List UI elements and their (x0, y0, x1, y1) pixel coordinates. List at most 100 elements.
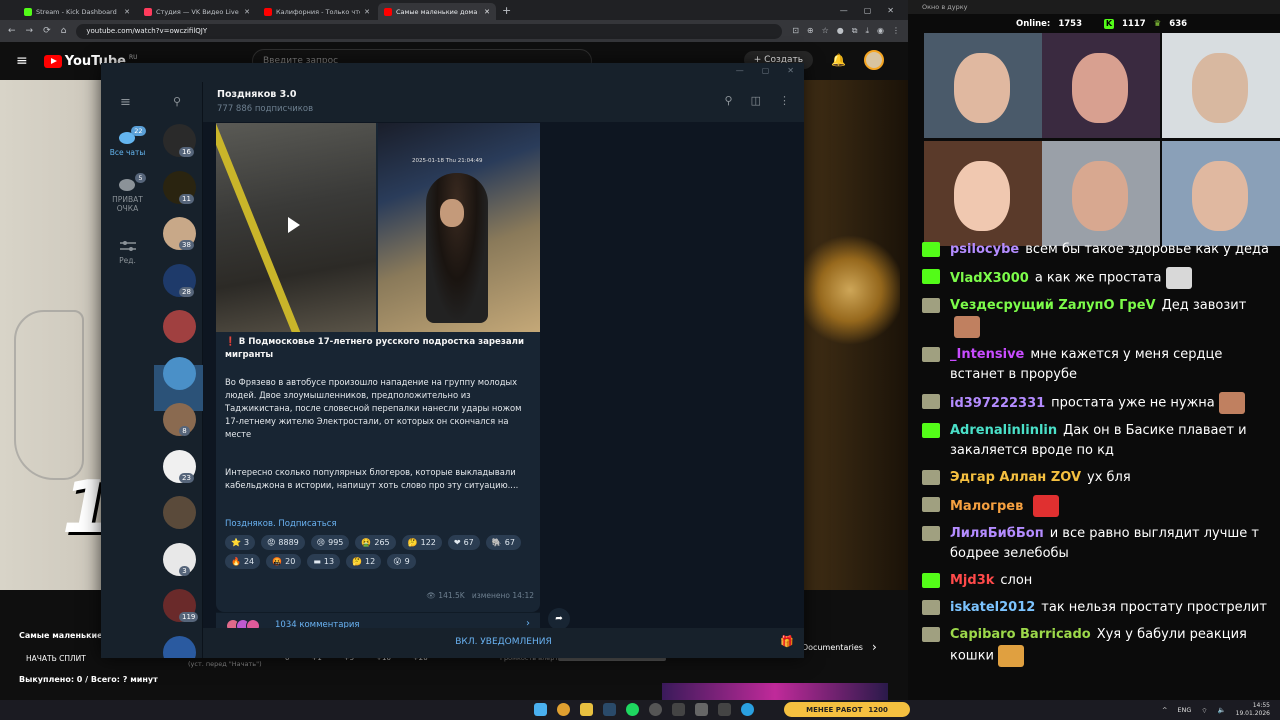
menu-dots-icon[interactable]: ⋮ (892, 26, 900, 36)
app-icon[interactable] (695, 703, 708, 716)
chat-username[interactable]: psilocybe (950, 242, 1019, 257)
wifi-icon[interactable]: ⌔ (1201, 706, 1207, 715)
close-icon[interactable]: ✕ (124, 8, 130, 16)
reaction-chip[interactable]: 🔥 24 (225, 554, 261, 569)
reload-icon[interactable]: ⟳ (43, 26, 51, 36)
video-thumbnail[interactable] (216, 123, 376, 332)
close-icon[interactable]: ✕ (364, 8, 370, 16)
chat-username[interactable]: Vездесрущий ZалупО ГреV (950, 298, 1156, 313)
maximize-icon[interactable]: ▢ (762, 66, 770, 75)
chat-username[interactable]: iskatel2012 (950, 600, 1035, 615)
close-icon[interactable]: ✕ (787, 66, 794, 75)
channel-name[interactable]: Поздняков 3.0 (217, 89, 296, 100)
download-icon[interactable]: ⤓ (865, 26, 869, 36)
url-field[interactable]: youtube.com/watch?v=owczifilQJY (76, 23, 783, 39)
chat-avatar[interactable] (163, 310, 196, 343)
start-split-button[interactable]: НАЧАТЬ СПЛИТ (26, 654, 86, 663)
reaction-chip[interactable]: ⭐ 3 (225, 535, 256, 550)
app-icon[interactable] (672, 703, 685, 716)
clock[interactable]: 14:55 19.01.2026 (1236, 702, 1270, 718)
reaction-chip[interactable]: 🤮 265 (355, 535, 396, 550)
close-icon[interactable]: ✕ (484, 8, 490, 16)
play-icon[interactable] (288, 217, 300, 233)
forward-icon[interactable]: → (26, 26, 34, 36)
explorer-icon[interactable] (580, 703, 593, 716)
chat-username[interactable]: Mjd3k (950, 573, 994, 588)
enable-notifications-button[interactable]: ВКЛ. УВЕДОМЛЕНИЯ (203, 637, 804, 647)
obs-icon[interactable] (649, 703, 662, 716)
tab-vk[interactable]: Студия — VK Видео Live ✕ (138, 3, 256, 20)
kick-favicon-icon (24, 7, 32, 16)
new-tab-icon[interactable]: + (502, 4, 511, 17)
reaction-chip[interactable]: 😢 995 (310, 535, 350, 550)
folder-all-chats[interactable]: 22 Все чаты (101, 126, 154, 157)
bookmark-star-icon[interactable]: ☆ (822, 26, 829, 36)
chat-avatar[interactable] (163, 356, 196, 390)
start-icon[interactable] (534, 703, 547, 716)
zoom-icon[interactable]: ⊕ (807, 26, 814, 36)
reaction-chip[interactable]: 🐘 67 (485, 535, 521, 550)
language-indicator[interactable]: ENG (1177, 706, 1191, 714)
chat-username[interactable]: Capibaro Barricado (950, 627, 1091, 642)
share-icon[interactable]: ➦ (548, 608, 570, 630)
chat-username[interactable]: Adrenalinlinlin (950, 423, 1057, 438)
reaction-chip[interactable]: ▬ 13 (307, 554, 341, 569)
chat-username[interactable]: _Intensive (950, 347, 1024, 362)
reaction-count: 13 (323, 557, 335, 566)
profile-icon[interactable]: ◉ (877, 26, 884, 36)
tab-youtube-2[interactable]: Самые маленькие дома в мир...✕ (378, 3, 496, 20)
chat-username[interactable]: id397222331 (950, 396, 1045, 411)
more-vertical-icon[interactable]: ⋮ (779, 94, 790, 107)
taskbar-promo[interactable]: МЕНЕЕ РАБОТ 1200 (784, 702, 910, 717)
photo-thumbnail[interactable]: 2025-01-18 Thu 21:04:49 (378, 123, 540, 332)
reaction-chip[interactable]: 😮 9 (387, 554, 416, 569)
reaction-chip[interactable]: 🤬 20 (266, 554, 302, 569)
avatar[interactable] (864, 50, 884, 70)
hamburger-menu-icon[interactable]: ≡ (16, 53, 28, 69)
close-window-icon[interactable]: ✕ (887, 6, 894, 15)
chat-username[interactable]: Малогрев (950, 499, 1023, 514)
sidebar-toggle-icon[interactable]: ◫ (751, 94, 761, 107)
search-icon[interactable]: ⚲ (725, 94, 733, 107)
reaction-chip[interactable]: 🤔 12 (346, 554, 382, 569)
category-chip-documentaries[interactable]: Documentaries (802, 643, 863, 652)
search-icon[interactable]: ⚲ (173, 95, 181, 108)
telegram-icon[interactable] (741, 703, 754, 716)
chat-avatar[interactable] (163, 496, 196, 529)
photo-person (426, 173, 488, 323)
close-icon[interactable]: ✕ (244, 8, 250, 16)
bell-icon[interactable]: 🔔 (831, 53, 846, 67)
post-media[interactable]: 2025-01-18 Thu 21:04:49 (216, 123, 540, 332)
chevron-right-icon[interactable]: › (872, 640, 877, 654)
chrome-icon[interactable] (557, 703, 570, 716)
tab-kick[interactable]: Stream - Kick Dashboard ✕ (18, 3, 136, 20)
chevron-up-icon[interactable]: ^ (1162, 706, 1167, 714)
extension-icon[interactable]: ● (837, 26, 844, 36)
steam-icon[interactable] (603, 703, 616, 716)
app-icon[interactable] (718, 703, 731, 716)
recommended-thumbnail[interactable] (662, 683, 888, 700)
menu-icon[interactable]: ≡ (120, 95, 131, 110)
minimize-icon[interactable]: — (840, 6, 848, 15)
volume-icon[interactable]: 🔈 (1218, 706, 1226, 714)
chat-username[interactable]: ЛиляБибБоп (950, 526, 1044, 541)
chat-username[interactable]: Эдгар Аллан ZOV (950, 470, 1081, 485)
reaction-chip[interactable]: ❤ 67 (447, 535, 480, 550)
reaction-chip[interactable]: 🤔 122 (401, 535, 442, 550)
gift-icon[interactable]: 🎁 (780, 635, 794, 648)
subscribe-link[interactable]: Поздняков. Подписаться (225, 519, 337, 529)
home-icon[interactable]: ⌂ (61, 26, 67, 36)
minimize-icon[interactable]: — (736, 66, 744, 75)
chat-username[interactable]: VladX3000 (950, 271, 1029, 286)
back-icon[interactable]: ← (8, 26, 16, 36)
reaction-chip[interactable]: 😡 8889 (261, 535, 305, 550)
folder-private[interactable]: 5 ПРИВАТ ОЧКА (101, 173, 154, 213)
chat-text: так нельзя простату прострелит (1041, 600, 1267, 615)
translate-icon[interactable]: ⊡ (792, 26, 799, 36)
folder-edit[interactable]: Ред. (101, 238, 154, 265)
tab-youtube-1[interactable]: Калифорния - Только что ед...✕ (258, 3, 376, 20)
puzzle-icon[interactable]: ⧉ (852, 26, 858, 36)
spotify-icon[interactable] (626, 703, 639, 716)
maximize-icon[interactable]: ▢ (864, 6, 872, 15)
chat-avatar[interactable] (163, 635, 196, 658)
